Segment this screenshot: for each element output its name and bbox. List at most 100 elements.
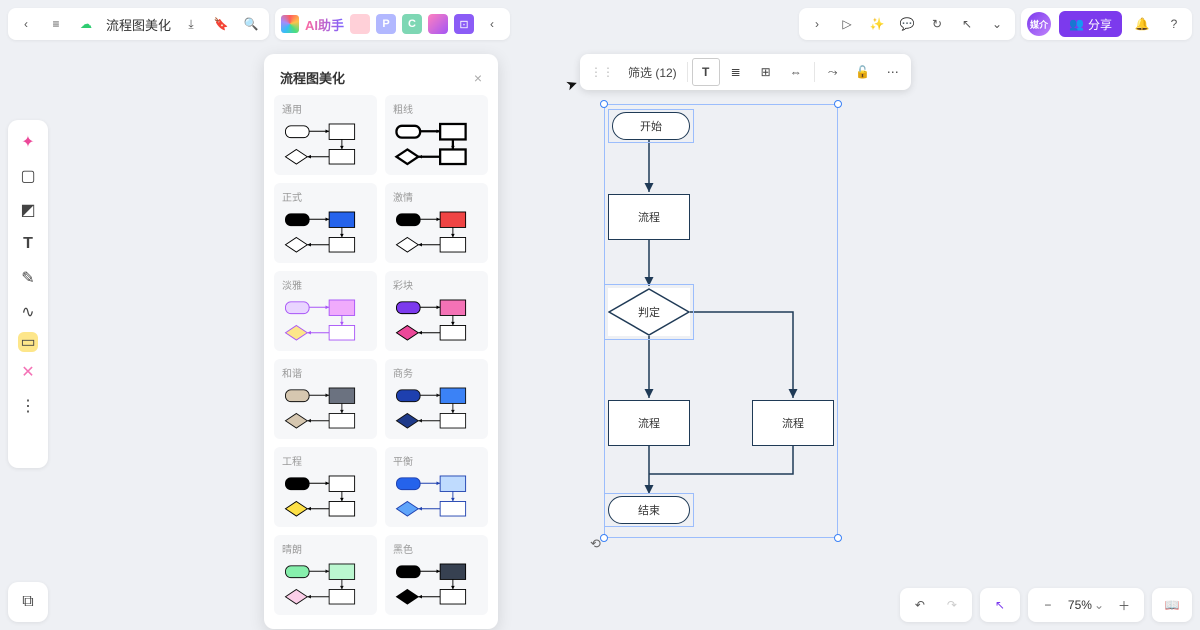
style-card-2[interactable]: 正式: [274, 183, 377, 263]
tool-sticky[interactable]: ▭: [18, 332, 38, 352]
tool-container[interactable]: ◩: [14, 196, 42, 224]
style-card-10[interactable]: 晴朗: [274, 535, 377, 615]
mouse-cursor-icon: ➤: [563, 75, 580, 95]
style-card-9[interactable]: 平衡: [385, 447, 488, 527]
style-card-label: 黑色: [391, 541, 482, 556]
p-app-icon[interactable]: P: [376, 14, 396, 34]
rotate-handle-icon[interactable]: ⟲: [590, 536, 601, 552]
back-button[interactable]: ‹: [14, 12, 38, 36]
theme-app-icon[interactable]: [428, 14, 448, 34]
style-card-0[interactable]: 通用: [274, 95, 377, 175]
ai-rainbow-icon[interactable]: [281, 15, 299, 33]
tool-shapes[interactable]: ✦: [14, 128, 42, 156]
style-card-label: 淡雅: [280, 277, 371, 292]
sparkle-button[interactable]: ✨: [865, 12, 889, 36]
undo-button[interactable]: ↶: [908, 593, 932, 617]
style-card-label: 晴朗: [280, 541, 371, 556]
cloud-sync-icon: ☁: [74, 12, 98, 36]
style-card-4[interactable]: 淡雅: [274, 271, 377, 351]
tool-pen[interactable]: ✎: [14, 264, 42, 292]
bell-button[interactable]: 🔔: [1130, 12, 1154, 36]
bottom-right-controls: ↶ ↷ ↖ − 75%⌄ ＋ 📖: [900, 588, 1192, 622]
style-card-label: 粗线: [391, 101, 482, 116]
presentation-controls: › ▷ ✨ 💬 ↻ ↖ ⌄: [799, 8, 1015, 40]
align-button[interactable]: ≣: [722, 58, 750, 86]
left-toolbar: ✦ ▢ ◩ T ✎ ∿ ▭ ✕ ⋮: [8, 120, 48, 468]
comment-app-icon[interactable]: ⊡: [454, 14, 474, 34]
share-button[interactable]: 👥分享: [1059, 11, 1122, 37]
apps-collapse-button[interactable]: ‹: [480, 12, 504, 36]
style-card-label: 平衡: [391, 453, 482, 468]
style-card-label: 通用: [280, 101, 371, 116]
panel-close-button[interactable]: ×: [474, 70, 482, 86]
group-button[interactable]: ⊞: [752, 58, 780, 86]
style-card-3[interactable]: 激情: [385, 183, 488, 263]
style-card-label: 工程: [280, 453, 371, 468]
style-card-5[interactable]: 彩块: [385, 271, 488, 351]
doc-title[interactable]: 流程图美化: [104, 15, 173, 34]
tag-button[interactable]: 🔖: [209, 12, 233, 36]
style-card-11[interactable]: 黑色: [385, 535, 488, 615]
history-button[interactable]: ↻: [925, 12, 949, 36]
tool-connector[interactable]: ∿: [14, 298, 42, 326]
zoom-out-button[interactable]: −: [1036, 593, 1060, 617]
play-button[interactable]: ▷: [835, 12, 859, 36]
more-button[interactable]: ⋯: [879, 58, 907, 86]
style-card-8[interactable]: 工程: [274, 447, 377, 527]
help-button[interactable]: ?: [1162, 12, 1186, 36]
style-card-label: 正式: [280, 189, 371, 204]
node-process-2[interactable]: 流程: [608, 400, 690, 446]
account-controls: 媒介 👥分享 🔔 ?: [1021, 8, 1192, 40]
lock-button[interactable]: 🔓: [849, 58, 877, 86]
redo-button[interactable]: ↷: [940, 593, 964, 617]
c-app-icon[interactable]: C: [402, 14, 422, 34]
tool-apps-grid[interactable]: [18, 440, 38, 460]
beautify-panel: 流程图美化 × 通用 粗线 正式 激情: [264, 54, 498, 629]
node-end-selection: [604, 493, 694, 527]
menu-button[interactable]: ≡: [44, 12, 68, 36]
pointer-mode-button[interactable]: ↖: [988, 593, 1012, 617]
zoom-level[interactable]: 75%⌄: [1068, 598, 1104, 612]
chat-button[interactable]: 💬: [895, 12, 919, 36]
top-bar: ‹ ≡ ☁ 流程图美化 ⤓ 🔖 🔍 AI助手 P C ⊡ ‹ › ▷ ✨ 💬 ↻…: [8, 8, 1192, 40]
spacing-button[interactable]: ⇔: [782, 58, 810, 86]
style-card-label: 和谐: [280, 365, 371, 380]
tool-more[interactable]: ⋮: [14, 392, 42, 420]
download-button[interactable]: ⤓: [179, 12, 203, 36]
node-process-3[interactable]: 流程: [752, 400, 834, 446]
style-card-label: 彩块: [391, 277, 482, 292]
style-card-7[interactable]: 商务: [385, 359, 488, 439]
style-card-6[interactable]: 和谐: [274, 359, 377, 439]
connector-button[interactable]: ⤳: [819, 58, 847, 86]
layers-button[interactable]: ⧉: [14, 588, 42, 616]
more-chev-button[interactable]: ⌄: [985, 12, 1009, 36]
ai-assistant-label[interactable]: AI助手: [305, 15, 344, 34]
style-card-1[interactable]: 粗线: [385, 95, 488, 175]
drag-handle[interactable]: ⋮⋮: [584, 58, 620, 86]
node-start-selection: [608, 109, 694, 143]
selection-toolbar: ⋮⋮ 筛选 (12) T ≣ ⊞ ⇔ ⤳ 🔓 ⋯: [580, 54, 911, 90]
style-card-label: 激情: [391, 189, 482, 204]
peach-app-icon[interactable]: [350, 14, 370, 34]
fit-view-button[interactable]: 📖: [1160, 593, 1184, 617]
style-card-label: 商务: [391, 365, 482, 380]
flowchart-canvas: 开始 流程 判定 流程 流程 结束: [604, 104, 838, 538]
zoom-in-button[interactable]: ＋: [1112, 593, 1136, 617]
panel-title: 流程图美化: [280, 68, 345, 87]
expand-button[interactable]: ›: [805, 12, 829, 36]
ai-controls: AI助手 P C ⊡ ‹: [275, 8, 510, 40]
node-process-1[interactable]: 流程: [608, 194, 690, 240]
doc-controls: ‹ ≡ ☁ 流程图美化 ⤓ 🔖 🔍: [8, 8, 269, 40]
tool-frame[interactable]: ▢: [14, 162, 42, 190]
tool-text[interactable]: T: [14, 230, 42, 258]
avatar[interactable]: 媒介: [1027, 12, 1051, 36]
top-right: › ▷ ✨ 💬 ↻ ↖ ⌄ 媒介 👥分享 🔔 ?: [799, 8, 1192, 40]
filter-button[interactable]: 筛选 (12): [622, 58, 683, 86]
text-style-button[interactable]: T: [692, 58, 720, 86]
tool-delete[interactable]: ✕: [14, 358, 42, 386]
style-grid: 通用 粗线 正式 激情: [274, 95, 488, 615]
node-decision-selection: [604, 284, 694, 340]
cursor-mode-button[interactable]: ↖: [955, 12, 979, 36]
search-button[interactable]: 🔍: [239, 12, 263, 36]
left-toolbar-bottom: ⧉: [8, 582, 48, 622]
